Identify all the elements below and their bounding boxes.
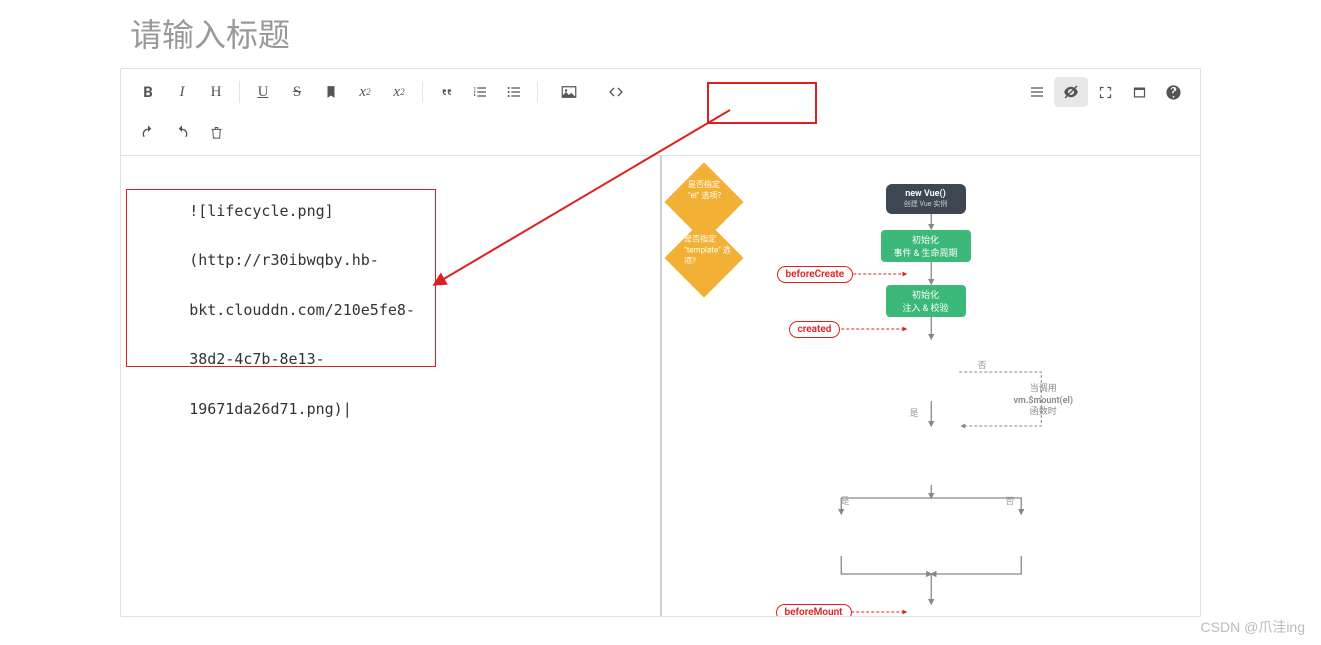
code-line: 38d2-4c7b-8e13- — [189, 350, 324, 368]
markdown-source-pane[interactable]: ![lifecycle.png] (http://r30ibwqby.hb- b… — [121, 156, 662, 616]
help-button[interactable] — [1156, 77, 1190, 107]
flow-hook: created — [789, 321, 841, 338]
editor-body: ![lifecycle.png] (http://r30ibwqby.hb- b… — [121, 156, 1200, 616]
preview-pane: new Vue() 创建 Vue 实例 初始化 事件 & 生命周期 before… — [662, 156, 1201, 616]
strikethrough-button[interactable]: S — [280, 77, 314, 107]
quote-button[interactable] — [429, 77, 463, 107]
delete-button[interactable] — [199, 117, 233, 147]
editor-card: B I H U S x2 x2 — [120, 68, 1201, 617]
unordered-list-button[interactable] — [497, 77, 531, 107]
title-input[interactable]: 请输入标题 — [0, 0, 1321, 68]
code-line: 19671da26d71.png)| — [189, 400, 352, 418]
italic-button[interactable]: I — [165, 77, 199, 107]
subscript-button[interactable]: x2 — [382, 77, 416, 107]
watermark: CSDN @爪洼ing — [1201, 617, 1305, 637]
bookmark-button[interactable] — [314, 77, 348, 107]
code-button[interactable] — [594, 77, 638, 107]
window-button[interactable] — [1122, 77, 1156, 107]
flow-hook: beforeCreate — [777, 266, 854, 283]
heading-button[interactable]: H — [199, 77, 233, 107]
bold-button[interactable]: B — [131, 77, 165, 107]
code-line: bkt.clouddn.com/210e5fe8- — [189, 301, 415, 319]
flow-hook: beforeMount — [776, 604, 852, 616]
toolbar: B I H U S x2 x2 — [121, 69, 1200, 156]
preview-toggle-button[interactable] — [1054, 77, 1088, 107]
ordered-list-button[interactable] — [463, 77, 497, 107]
redo-button[interactable] — [165, 117, 199, 147]
fullscreen-button[interactable] — [1088, 77, 1122, 107]
underline-button[interactable]: U — [246, 77, 280, 107]
code-line: ![lifecycle.png] — [189, 202, 334, 220]
menu-button[interactable] — [1020, 77, 1054, 107]
code-line: (http://r30ibwqby.hb- — [189, 251, 379, 269]
flow-node: new Vue() — [905, 189, 946, 199]
undo-button[interactable] — [131, 117, 165, 147]
superscript-button[interactable]: x2 — [348, 77, 382, 107]
flowchart-preview: new Vue() 创建 Vue 实例 初始化 事件 & 生命周期 before… — [676, 174, 1187, 616]
image-button[interactable] — [544, 77, 594, 107]
